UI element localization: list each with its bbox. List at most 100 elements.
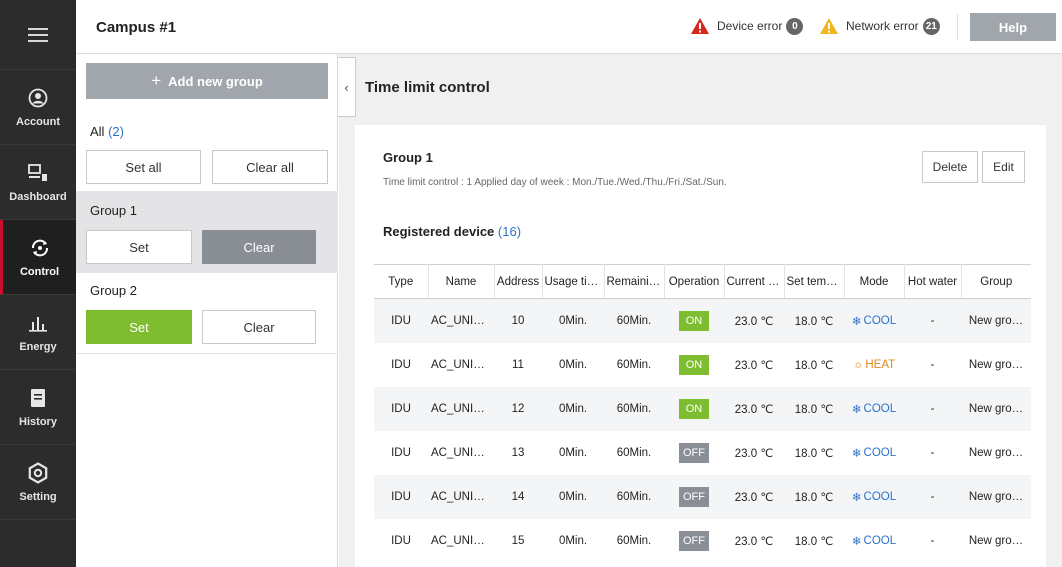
- mode-indicator: ❄ COOL: [852, 490, 896, 504]
- table-row[interactable]: IDU AC_UNIT… 14 0Min. 60Min. OFF 23.0 ℃ 18.0 ℃ ❄…: [374, 474, 1031, 519]
- table-cell: IDU: [374, 474, 428, 519]
- device-error-label: Device error: [717, 19, 783, 33]
- table-row[interactable]: IDU AC_UNIT… 15 0Min. 60Min. OFF 23.0 ℃ 18.0 ℃ ❄…: [374, 519, 1031, 563]
- column-header[interactable]: Hot water: [904, 264, 962, 299]
- group-2-set-button[interactable]: Set: [86, 310, 192, 344]
- operation-status-badge[interactable]: OFF: [679, 486, 709, 507]
- control-icon: [28, 236, 52, 260]
- table-cell: OFF: [664, 474, 724, 519]
- table-row[interactable]: IDU AC_UNIT_11 11 0Min. 60Min. ON 23.0 ℃ 18.0 ℃…: [374, 343, 1031, 387]
- card-title: Group 1: [383, 150, 433, 165]
- snowflake-icon: ❄: [851, 403, 862, 416]
- table-row[interactable]: IDU AC_UNIT… 10 0Min. 60Min. ON 23.0 ℃ 18.0 ℃ ❄ C…: [374, 298, 1031, 343]
- table-cell: 10: [494, 298, 542, 343]
- add-group-label: Add new group: [168, 73, 263, 89]
- group-item-2[interactable]: Group 2 Set Clear: [76, 273, 338, 354]
- column-header[interactable]: Name: [428, 264, 495, 299]
- group-item-1[interactable]: Group 1 Set Clear: [76, 192, 338, 273]
- group-2-clear-button[interactable]: Clear: [202, 310, 316, 344]
- nav-item-history[interactable]: History: [0, 370, 76, 445]
- table-cell: 0Min.: [542, 298, 604, 343]
- group-1-clear-button[interactable]: Clear: [202, 230, 316, 264]
- table-row[interactable]: IDU AC_UNIT… 12 0Min. 60Min. ON 23.0 ℃ 18.0 ℃ ❄ C…: [374, 386, 1031, 431]
- table-cell: 18.0 ℃: [784, 386, 844, 431]
- operation-status-badge[interactable]: ON: [679, 354, 709, 375]
- page-title: Time limit control: [365, 79, 490, 96]
- table-cell: -: [930, 358, 935, 371]
- table-cell: 60Min.: [616, 446, 652, 459]
- table-cell: 23.0 ℃: [724, 474, 784, 519]
- mode-indicator: ❄ COOL: [852, 314, 896, 328]
- table-cell: 23.0 ℃: [724, 298, 784, 343]
- table-cell: 18.0 ℃: [794, 359, 834, 372]
- menu-button[interactable]: [0, 0, 76, 70]
- sun-icon: ☼: [852, 358, 864, 371]
- column-header[interactable]: Mode: [844, 264, 905, 299]
- column-header[interactable]: Set temp…: [784, 264, 845, 299]
- table-cell: IDU: [374, 298, 428, 343]
- operation-status-badge[interactable]: OFF: [679, 530, 709, 551]
- column-header[interactable]: Address: [494, 264, 543, 299]
- clear-all-button[interactable]: Clear all: [212, 150, 328, 184]
- nav-item-control[interactable]: Control: [0, 220, 76, 295]
- network-error-label: Network error: [846, 19, 919, 33]
- header-divider: [957, 14, 958, 40]
- nav-label: Energy: [19, 341, 57, 353]
- nav-item-account[interactable]: Account: [0, 70, 76, 145]
- nav-label: Dashboard: [9, 191, 67, 203]
- table-cell: AC_UNIT…: [431, 446, 492, 459]
- card-subtitle: Time limit control : 1 Applied day of we…: [383, 177, 727, 188]
- help-button[interactable]: Help: [970, 13, 1056, 41]
- operation-status-badge[interactable]: OFF: [679, 442, 709, 463]
- column-header[interactable]: Type: [374, 264, 429, 299]
- table-cell: ON: [664, 386, 724, 431]
- group-all: All (2) Set all Clear all: [76, 112, 338, 192]
- table-cell: 0Min.: [542, 386, 604, 431]
- column-header[interactable]: Operation: [664, 264, 725, 299]
- group-panel: + Add new group All (2) Set all Clear al…: [76, 54, 338, 567]
- mode-indicator: ❄ COOL: [852, 446, 896, 460]
- table-cell: 13: [511, 446, 525, 459]
- table-cell: 12: [494, 386, 542, 431]
- nav-item-dashboard[interactable]: Dashboard: [0, 145, 76, 220]
- table-cell: New gro…: [961, 474, 1031, 519]
- hamburger-icon: [28, 27, 48, 42]
- delete-button[interactable]: Delete: [922, 151, 978, 183]
- all-label: All: [90, 124, 105, 139]
- table-cell: OFF: [664, 431, 724, 475]
- warning-icon: [820, 18, 838, 34]
- table-cell: 18.0 ℃: [784, 474, 844, 519]
- table-cell: 18.0 ℃: [794, 447, 834, 460]
- table-cell: IDU: [374, 386, 428, 431]
- table-cell: ☼ HEAT: [844, 343, 904, 387]
- network-error-indicator[interactable]: Network error 21: [819, 17, 940, 35]
- nav-item-energy[interactable]: Energy: [0, 295, 76, 370]
- column-header[interactable]: Usage time: [542, 264, 605, 299]
- nav-label: Setting: [19, 491, 57, 503]
- table-cell: 0Min.: [558, 358, 588, 371]
- mode-label: COOL: [863, 490, 897, 503]
- edit-button[interactable]: Edit: [982, 151, 1025, 183]
- group-all-title: All (2): [90, 124, 124, 139]
- nav-item-setting[interactable]: Setting: [0, 445, 76, 520]
- column-header[interactable]: Remainin…: [604, 264, 665, 299]
- mode-label: COOL: [863, 402, 897, 415]
- add-new-group-button[interactable]: + Add new group: [86, 63, 328, 99]
- group-1-set-button[interactable]: Set: [86, 230, 192, 264]
- account-icon: [26, 86, 50, 110]
- operation-status-badge[interactable]: ON: [679, 310, 709, 331]
- set-all-button[interactable]: Set all: [86, 150, 201, 184]
- operation-status-badge[interactable]: ON: [679, 398, 709, 419]
- table-cell: ON: [664, 343, 724, 387]
- table-cell: New gro…: [968, 534, 1024, 547]
- table-row[interactable]: IDU AC_UNIT… 13 0Min. 60Min. OFF 23.0 ℃ 18.0 ℃ ❄…: [374, 431, 1031, 475]
- mode-label: COOL: [863, 314, 897, 327]
- collapse-panel-button[interactable]: ‹: [338, 57, 356, 117]
- column-header[interactable]: Group: [961, 264, 1031, 299]
- registered-device-heading: Registered device (16): [383, 224, 521, 239]
- column-header[interactable]: Current t…: [724, 264, 785, 299]
- table-cell: AC_UNIT_11: [431, 358, 494, 371]
- device-error-indicator[interactable]: Device error 0: [690, 17, 804, 35]
- plus-icon: +: [151, 71, 162, 90]
- mode-label: COOL: [863, 534, 897, 547]
